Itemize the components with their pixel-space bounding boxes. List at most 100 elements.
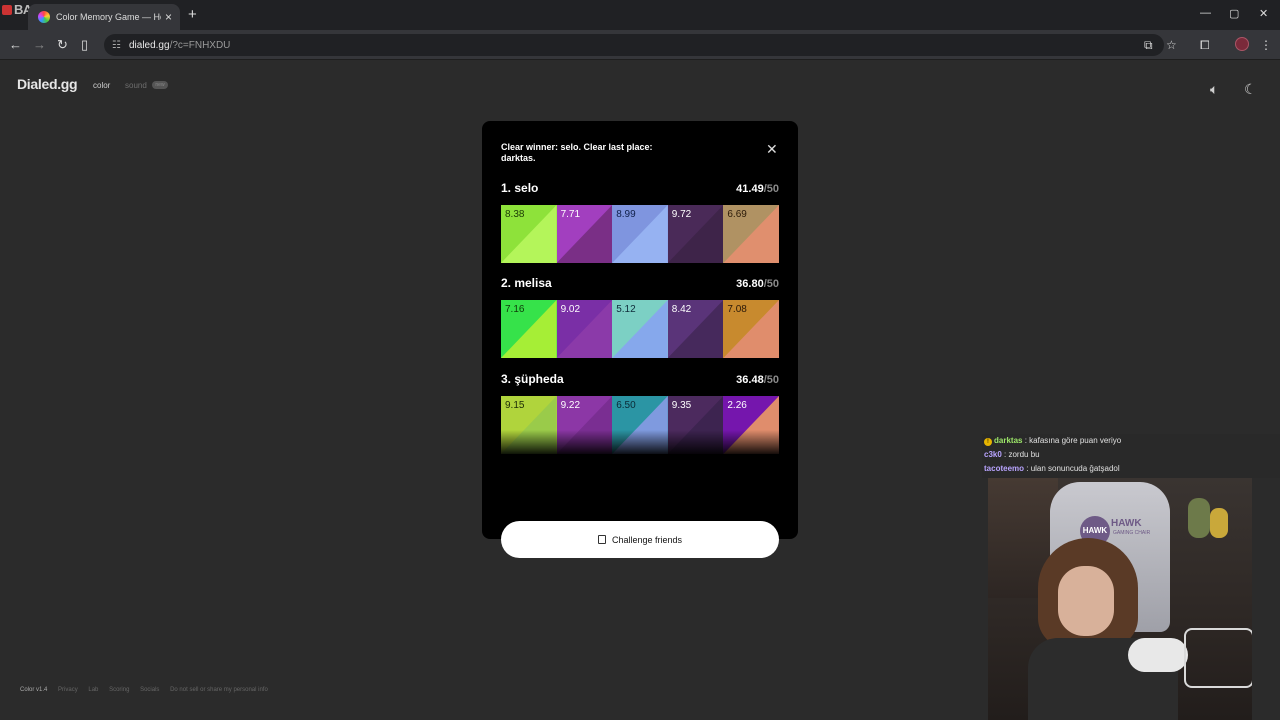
forward-icon[interactable]: → bbox=[33, 37, 46, 52]
microphone bbox=[1128, 638, 1188, 672]
player-result: 1. selo 41.49/50 8.38 7.71 8.99 9.72 6.69 bbox=[501, 181, 779, 263]
color-tile: 9.15 bbox=[501, 396, 557, 454]
profile-avatar[interactable] bbox=[1235, 37, 1249, 51]
tile-score: 5.12 bbox=[616, 304, 636, 315]
webcam-feed: HAWK HAWK GAMING CHAIR bbox=[988, 478, 1252, 720]
chat-user: darktas bbox=[994, 436, 1023, 445]
chat-user: c3k0 bbox=[984, 450, 1002, 459]
back-icon[interactable]: ← bbox=[9, 37, 22, 52]
footer-scoring-link[interactable]: Scoring bbox=[109, 687, 129, 693]
chat-message: tacoteemo : ulan sonuncuda ğatşadol bbox=[984, 464, 1120, 473]
mic-arm bbox=[1184, 628, 1252, 688]
dark-mode-icon[interactable]: ☾ bbox=[1244, 81, 1257, 98]
player-score: 41.49/50 bbox=[736, 183, 779, 195]
tile-score: 9.35 bbox=[671, 400, 692, 411]
results-modal: Clear winner: selo. Clear last place: da… bbox=[482, 121, 798, 558]
color-tile: 8.38 bbox=[501, 205, 557, 263]
chair-brand: HAWK bbox=[1111, 518, 1142, 529]
color-tile: 2.26 bbox=[723, 396, 779, 454]
color-tile: 6.69 bbox=[723, 205, 779, 263]
chat-text: ulan sonuncuda ğatşadol bbox=[1030, 464, 1120, 473]
chat-text: kafasına göre puan veriyo bbox=[1029, 436, 1122, 445]
color-tile: 8.99 bbox=[612, 205, 668, 263]
figurine bbox=[1188, 498, 1210, 538]
tile-score: 7.16 bbox=[505, 304, 525, 315]
tile-score: 8.38 bbox=[505, 209, 525, 220]
tile-score: 8.42 bbox=[671, 304, 692, 315]
player-result: 2. melisa 36.80/50 7.16 9.02 5.12 8.42 7.08 bbox=[501, 276, 779, 358]
address-bar[interactable]: ☷ dialed.gg/?c=FNHXDU bbox=[104, 34, 1164, 56]
challenge-label: Challenge friends bbox=[611, 534, 683, 545]
close-icon[interactable]: ✕ bbox=[766, 141, 778, 158]
tile-score: 2.26 bbox=[727, 400, 747, 411]
figurine bbox=[1210, 508, 1228, 538]
tile-score: 8.99 bbox=[616, 209, 636, 220]
favicon-icon bbox=[38, 11, 50, 23]
volume-icon[interactable]: 🔈︎ bbox=[1210, 81, 1218, 98]
mode-sound-link[interactable]: sound bbox=[125, 81, 147, 90]
chair-subtitle: GAMING CHAIR bbox=[1113, 530, 1151, 536]
extensions-icon[interactable]: ⧠ bbox=[1200, 38, 1210, 53]
copy-icon bbox=[597, 535, 606, 544]
browser-tab[interactable]: Color Memory Game — How W × bbox=[28, 4, 180, 30]
tile-score: 6.69 bbox=[727, 209, 747, 220]
color-tiles: 7.16 9.02 5.12 8.42 7.08 bbox=[501, 300, 779, 358]
player-name: 1. selo bbox=[501, 181, 539, 195]
footer-privacy-link[interactable]: Privacy bbox=[58, 687, 78, 693]
footer-version: Color v1.4 bbox=[20, 687, 48, 693]
color-tile: 8.42 bbox=[667, 300, 724, 358]
color-tile: 7.16 bbox=[501, 300, 557, 358]
player-score: 36.48/50 bbox=[736, 374, 779, 386]
url-domain: dialed.gg bbox=[128, 39, 170, 51]
color-tile: 6.50 bbox=[612, 396, 668, 454]
tile-score: 9.22 bbox=[560, 400, 581, 411]
alert-icon: ! bbox=[984, 438, 992, 446]
close-window-button[interactable]: ✕ bbox=[1259, 7, 1268, 20]
color-tile: 5.12 bbox=[612, 300, 668, 358]
player-score: 36.80/50 bbox=[736, 278, 779, 290]
chat-message: ! darktas : kafasına göre puan veriyo bbox=[982, 434, 1280, 448]
tile-score: 9.02 bbox=[560, 304, 581, 315]
challenge-friends-button[interactable]: Challenge friends bbox=[501, 521, 779, 558]
chat-overlay: ! darktas : kafasına göre puan veriyo c3k… bbox=[982, 434, 1280, 478]
sidepanel-icon[interactable]: ▯ bbox=[81, 37, 88, 53]
new-badge: new bbox=[152, 81, 168, 89]
chat-message: c3k0 : zordu bu bbox=[984, 450, 1040, 459]
footer: Color v1.4 Privacy Lab Scoring Socials D… bbox=[20, 687, 277, 693]
footer-privacy-optout-link[interactable]: Do not sell or share my personal info bbox=[170, 687, 268, 693]
color-tiles: 8.38 7.71 8.99 9.72 6.69 bbox=[501, 205, 779, 263]
tab-bar: BANoGame Color Memory Game — How W × + —… bbox=[0, 0, 1280, 30]
install-app-icon[interactable]: ⧉ bbox=[1144, 38, 1153, 53]
site-info-icon[interactable]: ☷ bbox=[112, 40, 121, 51]
streamer-face bbox=[1058, 566, 1114, 636]
color-tile: 9.02 bbox=[556, 300, 613, 358]
maximize-button[interactable]: ▢ bbox=[1229, 7, 1239, 20]
color-tile: 9.35 bbox=[667, 396, 724, 454]
brand-logo[interactable]: Dialed.gg bbox=[17, 76, 78, 92]
color-tile: 9.72 bbox=[667, 205, 724, 263]
url-path: /?c=FNHXDU bbox=[169, 39, 231, 51]
footer-socials-link[interactable]: Socials bbox=[140, 687, 159, 693]
browser-toolbar: ← → ↻ ▯ ☷ dialed.gg/?c=FNHXDU ⧉ ☆ ⧠ ⋮ bbox=[0, 30, 1280, 60]
menu-icon[interactable]: ⋮ bbox=[1260, 38, 1272, 52]
tab-close-button[interactable]: × bbox=[165, 10, 172, 24]
footer-lab-link[interactable]: Lab bbox=[88, 687, 98, 693]
results-headline: Clear winner: selo. Clear last place: da… bbox=[501, 142, 653, 163]
color-tile: 7.71 bbox=[556, 205, 613, 263]
reload-icon[interactable]: ↻ bbox=[57, 37, 68, 53]
bookmark-star-icon[interactable]: ☆ bbox=[1166, 38, 1177, 52]
player-result: 3. şüpheda 36.48/50 9.15 9.22 6.50 9.35 2.26 bbox=[501, 372, 779, 454]
tile-score: 9.15 bbox=[505, 400, 525, 411]
tile-score: 7.08 bbox=[727, 304, 747, 315]
tile-score: 7.71 bbox=[560, 209, 581, 220]
minimize-button[interactable]: — bbox=[1200, 7, 1211, 19]
tab-title: Color Memory Game — How W bbox=[56, 12, 161, 22]
new-tab-button[interactable]: + bbox=[188, 6, 197, 23]
chat-text: zordu bu bbox=[1008, 450, 1040, 459]
chat-user: tacoteemo bbox=[984, 464, 1025, 473]
color-tile: 7.08 bbox=[723, 300, 779, 358]
color-tile: 9.22 bbox=[556, 396, 613, 454]
player-name: 3. şüpheda bbox=[501, 372, 564, 386]
mode-color-link[interactable]: color bbox=[93, 81, 110, 90]
tile-score: 6.50 bbox=[616, 400, 636, 411]
